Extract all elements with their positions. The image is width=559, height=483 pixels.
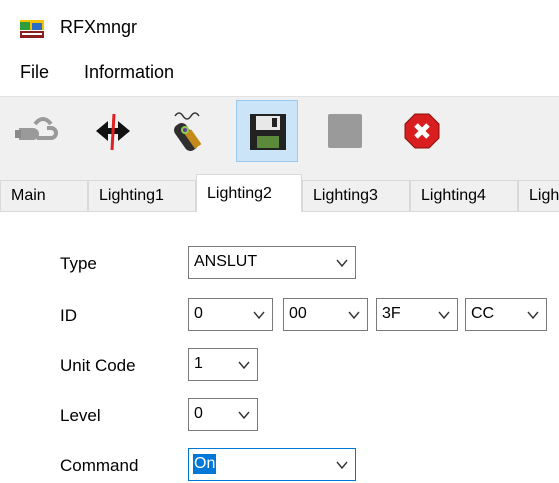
tab-lighting4[interactable]: Lighting4 [410,180,518,211]
connect-arrows-icon [96,113,130,151]
id-dropdown-2[interactable]: 00 [283,298,368,331]
unit-code-dropdown[interactable]: 1 [188,348,258,381]
rfx-receiver-icon [174,112,202,151]
disconnect-button[interactable] [5,100,67,162]
save-button[interactable] [236,100,298,162]
command-dropdown[interactable]: On [188,448,356,481]
connect-button[interactable] [82,100,144,162]
tab-lighting2[interactable]: Lighting2 [196,174,302,212]
unit-code-label: Unit Code [60,356,136,375]
app-logo-icon [20,20,44,38]
id-value-3: 3F [382,305,401,322]
disconnect-plug-icon [15,117,58,140]
gray-square-icon [328,114,362,148]
chevron-down-icon [336,461,348,470]
menu-file[interactable]: File [20,62,49,83]
command-value: On [193,454,217,474]
chevron-down-icon [253,311,265,320]
red-x-close-icon [404,113,440,149]
level-label: Level [60,406,101,425]
id-value-2: 00 [289,305,307,322]
tab-main[interactable]: Main [0,180,88,211]
command-label: Command [60,456,139,475]
type-label: Type [60,254,97,273]
chevron-down-icon [527,311,539,320]
toolbar [0,96,559,169]
menu-information[interactable]: Information [84,62,174,83]
chevron-down-icon [238,361,250,370]
tab-lighting5[interactable]: Light [518,180,559,211]
close-button[interactable] [391,100,453,162]
id-dropdown-1[interactable]: 0 [188,298,273,331]
lighting2-panel: Type ANSLUT ID 0 00 3F CC Unit Code 1 Le… [0,212,559,483]
id-dropdown-3[interactable]: 3F [376,298,458,331]
disabled-button[interactable] [314,100,376,162]
type-value: ANSLUT [194,253,258,270]
level-value: 0 [194,405,203,422]
chevron-down-icon [438,311,450,320]
unit-code-value: 1 [194,355,203,372]
receiver-button[interactable] [159,100,221,162]
floppy-save-icon [250,114,286,150]
id-value-1: 0 [194,305,203,322]
title-bar: RFXmngr [0,0,559,52]
window-title: RFXmngr [60,17,138,37]
id-dropdown-4[interactable]: CC [465,298,547,331]
chevron-down-icon [238,411,250,420]
id-value-4: CC [471,305,495,322]
menu-bar: File Information [0,52,559,96]
tab-strip: Main Lighting1 Lighting2 Lighting3 Light… [0,168,559,212]
level-dropdown[interactable]: 0 [188,398,258,431]
tab-lighting3[interactable]: Lighting3 [302,180,410,211]
type-dropdown[interactable]: ANSLUT [188,246,356,279]
id-label: ID [60,306,77,325]
chevron-down-icon [336,259,348,268]
chevron-down-icon [348,311,360,320]
tab-lighting1[interactable]: Lighting1 [88,180,196,211]
